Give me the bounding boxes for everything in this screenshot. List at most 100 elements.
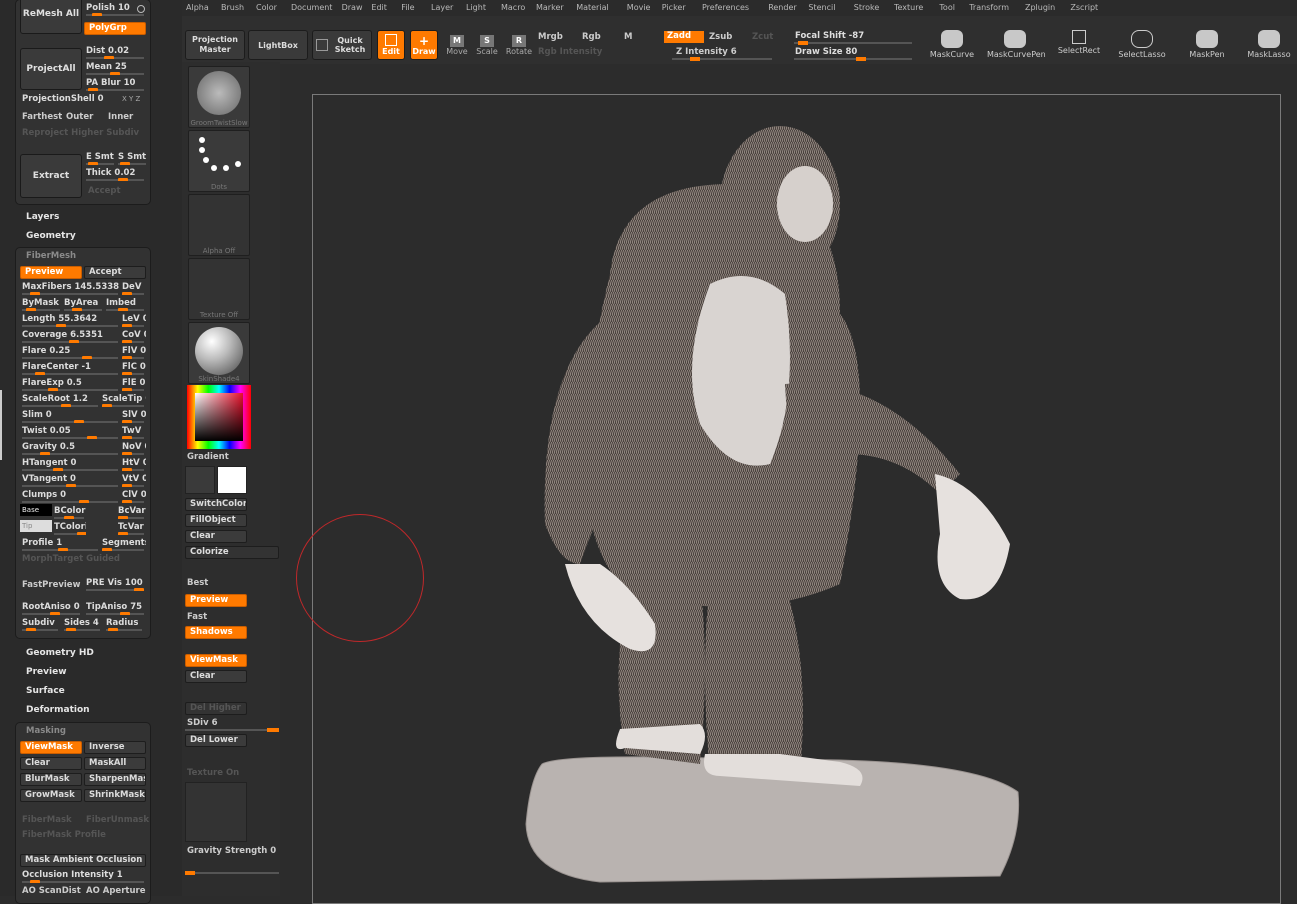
fiber-vtangent-slider[interactable]: VTangent 0 (20, 474, 120, 487)
menu-macro[interactable]: Macro (501, 3, 525, 12)
menu-tool[interactable]: Tool (939, 3, 955, 12)
bigfoot-model[interactable] (280, 64, 1297, 896)
stroke-thumbnail[interactable]: Dots (188, 130, 250, 192)
base-color-swatch[interactable]: Base (20, 504, 52, 516)
masking-header[interactable]: Masking (26, 726, 66, 736)
fiber-lev-slider[interactable]: LeV 0. (120, 314, 146, 327)
color-clear-button[interactable]: Clear (185, 530, 247, 543)
tip-aniso-slider[interactable]: TipAniso 75 (84, 602, 146, 615)
rotate-button[interactable]: R Rotate (504, 30, 534, 60)
ao-scandist-slider[interactable]: AO ScanDist (22, 886, 81, 896)
occlusion-intensity-slider[interactable]: Occlusion Intensity 1 (20, 870, 146, 883)
sdiv-slider[interactable]: SDiv 6 (187, 718, 218, 728)
fiber-slv-slider[interactable]: SlV 0.2 (120, 410, 146, 423)
menu-alpha[interactable]: Alpha (186, 3, 209, 12)
fiber-bcolorize-slider[interactable]: BColorize 0.3 (52, 506, 86, 519)
fiber-scaletip-slider[interactable]: ScaleTip 0.75 (100, 394, 146, 407)
fiber-htangent-slider[interactable]: HTangent 0 (20, 458, 120, 471)
menu-texture[interactable]: Texture (894, 3, 923, 12)
fiber-clumps-slider[interactable]: Clumps 0 (20, 490, 120, 503)
fibermesh-preview-button[interactable]: Preview (20, 266, 82, 279)
fill-object-button[interactable]: FillObject (185, 514, 247, 527)
z-intensity-slider[interactable]: Z Intensity 6 (676, 47, 737, 57)
layers-header[interactable]: Layers (26, 212, 59, 222)
subdiv-slider[interactable]: Subdiv (20, 618, 60, 631)
preview-render-button[interactable]: Preview (185, 594, 247, 607)
color-picker[interactable] (187, 385, 251, 449)
inverse-button[interactable]: Inverse (84, 741, 146, 754)
gravity-strength-slider[interactable]: Gravity Strength 0 (187, 846, 276, 856)
fiber-htv-slider[interactable]: HtV 0. (120, 458, 146, 471)
projection-shell-slider[interactable]: ProjectionShell 0 (20, 94, 110, 107)
fiber-coverage-slider[interactable]: Coverage 6.5351 (20, 330, 120, 343)
fibermask-button[interactable]: FiberMask (22, 815, 72, 825)
menu-layer[interactable]: Layer (431, 3, 453, 12)
tip-color-swatch[interactable]: Tip (20, 520, 52, 532)
fibermask-profile-button[interactable]: FiberMask Profile (22, 830, 106, 840)
preview-header[interactable]: Preview (26, 667, 67, 677)
fibermesh-header[interactable]: FiberMesh (26, 251, 76, 261)
menu-transform[interactable]: Transform (969, 3, 1009, 12)
draw-button[interactable]: + Draw (410, 30, 438, 60)
blurmask-button[interactable]: BlurMask (20, 773, 82, 786)
zcut-button[interactable]: Zcut (752, 32, 773, 42)
menu-marker[interactable]: Marker (536, 3, 564, 12)
rgb-button[interactable]: Rgb (582, 32, 601, 42)
zadd-button[interactable]: Zadd (664, 31, 704, 43)
scale-button[interactable]: S Scale (474, 30, 500, 60)
projection-master-button[interactable]: Projection Master (185, 30, 245, 60)
fiber-maxfibers-slider[interactable]: MaxFibers 145.5338 (20, 282, 120, 295)
quick-sketch-button[interactable]: Quick Sketch (312, 30, 372, 60)
menu-movie[interactable]: Movie (627, 3, 651, 12)
extract-button[interactable]: Extract (20, 154, 82, 198)
menu-picker[interactable]: Picker (662, 3, 686, 12)
fiber-imbed-slider[interactable]: Imbed (104, 298, 146, 311)
growmask-button[interactable]: GrowMask (20, 789, 82, 802)
fiber-cov-slider[interactable]: CoV 0. (120, 330, 146, 343)
focal-shift-slider[interactable]: Focal Shift -87 (795, 31, 864, 41)
selectrect-brush[interactable]: SelectRect (1054, 30, 1104, 64)
menu-edit[interactable]: Edit (371, 3, 387, 12)
viewmask-button[interactable]: ViewMask (20, 741, 82, 754)
selectlasso-brush[interactable]: SelectLasso (1117, 30, 1167, 64)
menu-stencil[interactable]: Stencil (808, 3, 835, 12)
masklasso-brush[interactable]: MaskLasso (1244, 30, 1294, 64)
deformation-header[interactable]: Deformation (26, 705, 90, 715)
menu-brush[interactable]: Brush (221, 3, 244, 12)
fiber-slim-slider[interactable]: Slim 0 (20, 410, 120, 423)
secondary-color-swatch[interactable] (185, 466, 215, 494)
draw-size-slider[interactable]: Draw Size 80 (795, 47, 857, 57)
move-button[interactable]: M Move (444, 30, 470, 60)
clear-button[interactable]: Clear (20, 757, 82, 770)
fiber-bcvar-slider[interactable]: BcVar (116, 506, 146, 519)
radius-slider[interactable]: Radius (104, 618, 144, 631)
rgb-intensity-slider[interactable]: Rgb Intensity (538, 47, 602, 57)
dist-slider[interactable]: Dist 0.02 (84, 46, 146, 59)
fiber-flv-slider[interactable]: FlV 0 (120, 346, 146, 359)
sides-slider[interactable]: Sides 4 (62, 618, 102, 631)
alpha-thumbnail[interactable]: Alpha Off (188, 194, 250, 256)
fiber-scaleroot-slider[interactable]: ScaleRoot 1.2 (20, 394, 100, 407)
texture-thumbnail[interactable]: Texture Off (188, 258, 250, 320)
root-aniso-slider[interactable]: RootAniso 0 (20, 602, 82, 615)
extract-accept-button[interactable]: Accept (88, 186, 121, 196)
fiber-profile-slider[interactable]: Profile 1 (20, 538, 100, 551)
fiber-segments-slider[interactable]: Segments 3 (100, 538, 146, 551)
edit-button[interactable]: Edit (377, 30, 405, 60)
del-higher-button[interactable]: Del Higher (185, 702, 247, 715)
texture-on-button[interactable]: Texture On (187, 768, 239, 778)
mask-ambient-occlusion-button[interactable]: Mask Ambient Occlusion (20, 854, 146, 867)
viewmask-toggle-button[interactable]: ViewMask (185, 654, 247, 667)
geometry-hd-header[interactable]: Geometry HD (26, 648, 94, 658)
fiber-byarea-slider[interactable]: ByArea (62, 298, 104, 311)
pa-blur-slider[interactable]: PA Blur 10 (84, 78, 146, 91)
lightbox-button[interactable]: LightBox (248, 30, 308, 60)
projectall-button[interactable]: ProjectAll (20, 48, 82, 90)
pre-vis-slider[interactable]: PRE Vis 100 (84, 578, 146, 591)
inner-button[interactable]: Inner (108, 112, 133, 122)
fiber-flareexp-slider[interactable]: FlareExp 0.5 (20, 378, 120, 391)
menu-document[interactable]: Document (291, 3, 332, 12)
maskall-button[interactable]: MaskAll (84, 757, 146, 770)
fiber-bymask-slider[interactable]: ByMask (20, 298, 62, 311)
switch-color-button[interactable]: SwitchColor (185, 498, 247, 511)
